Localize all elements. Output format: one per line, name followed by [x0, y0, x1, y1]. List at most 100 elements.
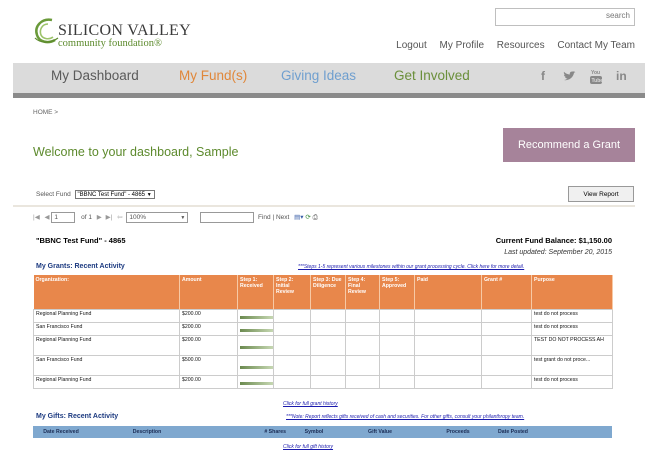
progress-bar	[240, 328, 274, 332]
page-title: Welcome to your dashboard, Sample	[33, 145, 239, 159]
resources-link[interactable]: Resources	[497, 40, 545, 51]
progress-bar	[240, 315, 274, 319]
logo-swoosh-icon	[34, 18, 59, 44]
col-shares: # Shares	[205, 426, 288, 438]
col-description: Description	[89, 426, 205, 438]
col-grant-number: Grant #	[481, 275, 532, 309]
col-purpose: Purpose	[531, 275, 613, 309]
next-page-icon[interactable]: ▶	[97, 214, 102, 221]
last-updated: Last updated: September 20, 2015	[504, 249, 612, 256]
back-icon[interactable]: ⇦	[117, 214, 122, 221]
grant-purpose: TEST DO NOT PROCESS AH	[531, 334, 613, 356]
contact-my-team-link[interactable]: Contact My Team	[557, 40, 635, 51]
grant-progress	[237, 374, 274, 389]
grant-org: San Francisco Fund	[33, 321, 180, 336]
view-report-button[interactable]: View Report	[568, 186, 634, 202]
col-step2: Step 2: Initial Review	[273, 275, 311, 309]
fund-name: "BBNC Test Fund" - 4865	[36, 236, 126, 245]
grant-amount: $200.00	[179, 308, 238, 323]
breadcrumb[interactable]: HOME >	[33, 109, 58, 116]
grant-purpose: test do not process	[531, 308, 613, 323]
grant-amount: $200.00	[179, 321, 238, 336]
gift-history-link[interactable]: Click for full gift history	[283, 444, 333, 450]
nav-my-funds[interactable]: My Fund(s)	[179, 68, 247, 83]
gift-note-link[interactable]: ***Note: Report reflects gifts received …	[286, 414, 524, 420]
first-page-icon[interactable]: |◀	[33, 214, 40, 221]
gifts-section-title: My Gifts: Recent Activity	[36, 413, 119, 420]
col-date-received: Date Received	[33, 426, 89, 438]
facebook-icon[interactable]: f	[541, 69, 545, 83]
linkedin-icon[interactable]: in	[616, 69, 627, 83]
grant-progress	[237, 334, 274, 356]
logo-subtitle: community foundation®	[58, 38, 162, 49]
grant-org: Regional Planning Fund	[33, 374, 180, 389]
grant-progress	[237, 354, 274, 376]
nav-get-involved[interactable]: Get Involved	[394, 68, 470, 83]
table-row: Regional Planning Fund $200.00 test do not…	[33, 374, 613, 389]
svg-text:You: You	[591, 70, 600, 76]
table-row: Regional Planning Fund $200.00 TEST DO NOT…	[33, 334, 613, 356]
current-fund-balance: Current Fund Balance: $1,150.00	[495, 236, 612, 245]
grant-purpose: test do not process	[531, 374, 613, 389]
grant-progress	[237, 308, 274, 323]
grant-amount: $200.00	[179, 374, 238, 389]
grants-table: Organization: Amount Step 1: Received St…	[33, 275, 613, 389]
find-link[interactable]: Find	[258, 214, 271, 221]
find-separator: |	[272, 214, 275, 222]
nav-divider	[13, 93, 645, 98]
zoom-select[interactable]: 100% ▼	[126, 212, 189, 223]
gifts-header-row: Date Received Description # Shares Symbo…	[33, 426, 612, 438]
youtube-icon[interactable]: You Tube	[590, 68, 602, 84]
export-icon[interactable]: ▤▾	[294, 214, 303, 221]
grants-section-title: My Grants: Recent Activity	[36, 263, 125, 270]
logout-link[interactable]: Logout	[396, 40, 427, 51]
page-number-input[interactable]: 1	[51, 212, 76, 223]
table-row: Regional Planning Fund $200.00 test do not…	[33, 308, 613, 323]
report-toolbar: |◀ ◀ 1 of 1 ▶ ▶| ⇦ 100% ▼ Find | Next ▤▾ …	[33, 212, 318, 223]
svg-text:Tube: Tube	[592, 78, 603, 84]
nav-my-dashboard[interactable]: My Dashboard	[51, 68, 139, 83]
find-input[interactable]	[200, 212, 255, 223]
col-organization: Organization:	[33, 275, 180, 309]
grant-org: Regional Planning Fund	[33, 334, 180, 356]
col-symbol: Symbol	[288, 426, 340, 438]
grant-org: San Francisco Fund	[33, 354, 180, 376]
grant-purpose: test do not process	[531, 321, 613, 336]
refresh-icon[interactable]: ⟳	[305, 214, 310, 221]
col-step1: Step 1: Received	[237, 275, 274, 309]
col-step4: Step 4: Final Review	[345, 275, 380, 309]
grant-purpose: test grant do not proce...	[531, 354, 613, 376]
table-row: San Francisco Fund $200.00 test do not pro…	[33, 321, 613, 336]
progress-bar	[240, 381, 274, 385]
top-links: Logout My Profile Resources Contact My T…	[386, 40, 635, 51]
grant-steps-note-link[interactable]: ***Steps 1-5 represent various milestone…	[298, 264, 524, 270]
next-link[interactable]: Next	[276, 214, 289, 221]
toolbar-divider	[13, 205, 635, 207]
last-page-icon[interactable]: ▶|	[106, 214, 113, 221]
col-proceeds: Proceeds	[420, 426, 496, 438]
col-amount: Amount	[179, 275, 238, 309]
page-of-label: of 1	[81, 214, 92, 222]
search-input[interactable]: search	[495, 8, 635, 26]
select-fund-row: Select Fund "BBNC Test Fund" - 4865 ▼	[36, 190, 155, 199]
grant-org: Regional Planning Fund	[33, 308, 180, 323]
twitter-icon[interactable]	[563, 71, 576, 82]
col-step3: Step 3: Due Diligence	[310, 275, 346, 309]
print-icon[interactable]: ⎙	[313, 214, 318, 221]
nav-giving-ideas[interactable]: Giving Ideas	[281, 68, 356, 83]
recommend-grant-button[interactable]: Recommend a Grant	[503, 128, 635, 162]
search-button[interactable]: search	[606, 11, 630, 20]
table-row: San Francisco Fund $500.00 test grant do n…	[33, 354, 613, 376]
progress-bar	[240, 365, 274, 369]
col-paid: Paid	[414, 275, 482, 309]
prev-page-icon[interactable]: ◀	[45, 214, 50, 221]
select-fund-dropdown[interactable]: "BBNC Test Fund" - 4865 ▼	[74, 190, 155, 199]
grant-history-link[interactable]: Click for full grant history	[283, 401, 338, 407]
grant-amount: $200.00	[179, 334, 238, 356]
select-fund-label: Select Fund	[36, 191, 71, 198]
grants-header-row: Organization: Amount Step 1: Received St…	[33, 275, 613, 309]
my-profile-link[interactable]: My Profile	[440, 40, 484, 51]
grant-amount: $500.00	[179, 354, 238, 376]
grant-progress	[237, 321, 274, 336]
progress-bar	[240, 345, 274, 349]
